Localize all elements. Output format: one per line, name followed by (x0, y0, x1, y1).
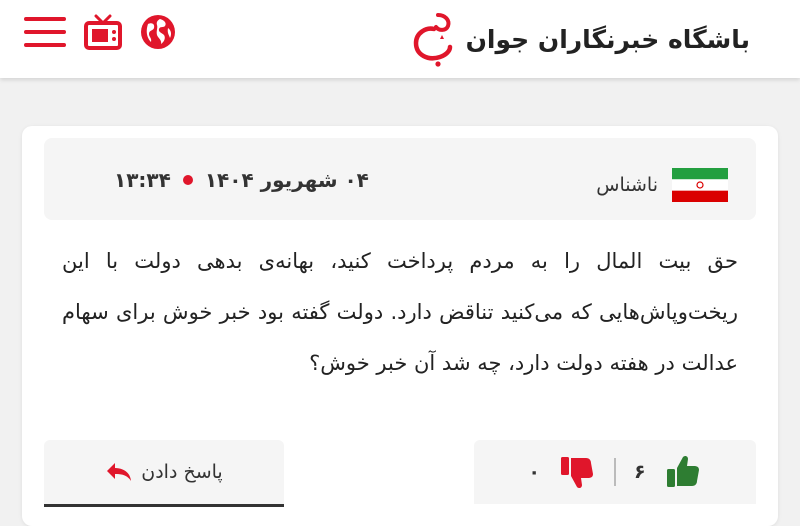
comment-time: ۱۳:۳۴ (114, 168, 171, 192)
comment-card: ناشناس ۱۳:۳۴ ۰۴ شهریور ۱۴۰۴ حق بیت المال… (22, 126, 778, 526)
comment-date: ۱۳:۳۴ ۰۴ شهریور ۱۴۰۴ (114, 168, 369, 192)
vote-bar: ۰ ۶ (474, 440, 756, 504)
author-name: ناشناس (596, 174, 658, 196)
language-button[interactable] (140, 14, 176, 50)
reply-label: پاسخ دادن (141, 461, 223, 483)
comment-date-text: ۰۴ شهریور ۱۴۰۴ (204, 168, 369, 192)
live-tv-button[interactable] (84, 14, 122, 50)
comment-author: ناشناس (596, 168, 728, 202)
site-header: باشگاه خبرنگاران جوان (0, 0, 800, 78)
dislike-count: ۰ (528, 461, 540, 483)
reply-icon (107, 463, 132, 481)
comment-meta: ناشناس ۱۳:۳۴ ۰۴ شهریور ۱۴۰۴ (44, 138, 756, 220)
globe-icon (141, 15, 175, 49)
menu-button[interactable] (24, 17, 66, 47)
header-icons (24, 12, 176, 52)
comment-text: حق بیت المال را به مردم پرداخت کنید، بها… (62, 249, 738, 375)
separator-dot (182, 175, 193, 185)
site-name: باشگاه خبرنگاران جوان (465, 24, 750, 54)
like-count: ۶ (634, 461, 646, 483)
vote-separator (614, 458, 616, 486)
dislike-button[interactable] (558, 453, 596, 491)
thumbs-down-icon (561, 457, 593, 489)
thumbs-up-icon (666, 455, 699, 487)
reply-button[interactable]: پاسخ دادن (44, 440, 284, 507)
brand[interactable]: باشگاه خبرنگاران جوان (408, 10, 750, 68)
yjc-logo (413, 13, 452, 67)
menu-icon (24, 17, 66, 47)
like-button[interactable] (664, 453, 702, 491)
tv-icon (84, 14, 122, 50)
iran-flag-icon (672, 168, 728, 202)
